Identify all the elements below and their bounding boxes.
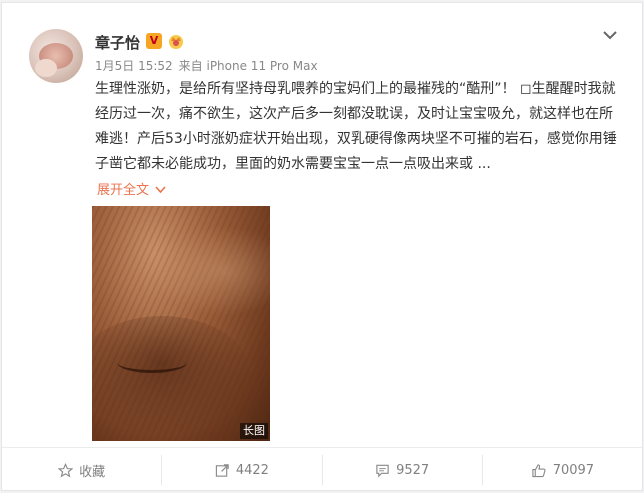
like-button[interactable]: 70097	[483, 455, 642, 485]
comment-button[interactable]: 9527	[323, 455, 483, 485]
thumbs-up-icon	[532, 463, 546, 477]
username-link[interactable]: 章子怡	[95, 32, 140, 53]
repost-icon	[215, 463, 229, 477]
vip-badge-icon: V	[146, 33, 162, 49]
chevron-down-icon	[155, 183, 166, 198]
post-time[interactable]: 1月5日 15:52	[95, 59, 173, 73]
comment-icon	[376, 464, 389, 477]
image-shadow	[92, 316, 252, 436]
post-image[interactable]: 长图	[92, 206, 270, 441]
image-highlight	[152, 226, 270, 316]
avatar[interactable]	[29, 29, 83, 83]
expand-label: 展开全文	[97, 183, 150, 198]
chevron-down-icon[interactable]	[602, 29, 618, 41]
image-eye-line	[117, 352, 187, 373]
post-meta: 1月5日 15:52 来自 iPhone 11 Pro Max	[95, 57, 318, 74]
avatar-hand	[35, 59, 57, 77]
action-toolbar: 收藏 4422 9527 70097	[2, 447, 642, 492]
favorite-label: 收藏	[79, 464, 106, 480]
repost-count: 4422	[235, 462, 269, 478]
long-image-badge: 长图	[240, 423, 268, 439]
post-content: 生理性涨奶，是给所有坚持母乳喂养的宝妈们上的最摧残的“酷刑”！ ◻生醒醒时我就经…	[95, 81, 617, 172]
weibo-post-card: 章子怡 V 1月5日 15:52 来自 iPhone 11 Pro Max 生理性…	[1, 2, 643, 491]
post-source: 来自 iPhone 11 Pro Max	[178, 59, 318, 73]
crown-badge-icon	[169, 35, 183, 49]
expand-full-text-link[interactable]: 展开全文	[97, 179, 166, 198]
comment-count: 9527	[396, 462, 430, 478]
favorite-button[interactable]: 收藏	[2, 455, 163, 485]
repost-button[interactable]: 4422	[162, 455, 323, 485]
like-count: 70097	[552, 462, 595, 478]
star-icon	[58, 462, 74, 478]
